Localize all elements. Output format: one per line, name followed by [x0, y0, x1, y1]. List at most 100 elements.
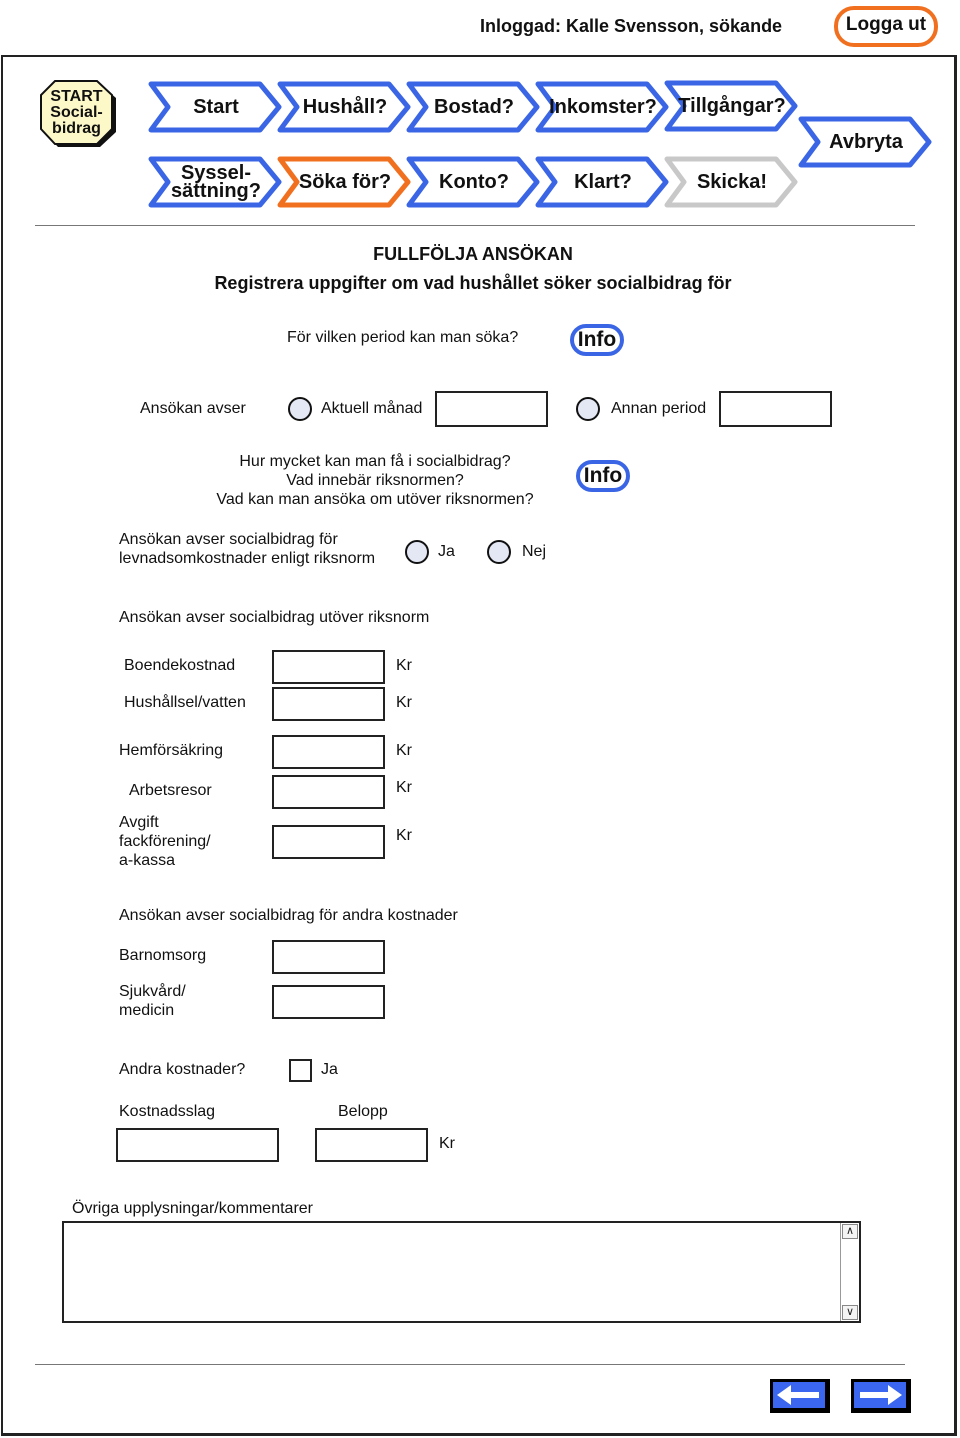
nav-step-label: Start [193, 96, 239, 118]
healthcare-label: Sjukvård/ medicin [119, 982, 186, 1020]
cancel-label: Avbryta [829, 131, 903, 153]
start-badge-line3: bidrag [52, 120, 101, 137]
start-socialbidrag-badge[interactable]: START Social- bidrag [40, 80, 117, 148]
nav-step-label: Syssel- sättning? [162, 156, 270, 208]
nav-step-label-line2: sättning? [171, 180, 261, 202]
nav-step-label: Söka för? [298, 171, 392, 193]
nav-step-label: Konto? [439, 171, 509, 193]
cost-label-hushallsel: Hushållsel/vatten [124, 694, 246, 711]
avgift-line1: Avgift [119, 814, 159, 831]
norm-question-label: Ansökan avser socialbidrag för levnadsom… [119, 530, 375, 568]
comments-box: ∧ ∨ [62, 1221, 861, 1323]
cost-label-avgift: Avgift fackförening/ a-kassa [119, 813, 211, 870]
boendekostnad-field[interactable] [272, 650, 385, 684]
period-info-button[interactable]: Info [570, 324, 624, 356]
other-costs-heading: Ansökan avser socialbidrag för andra kos… [119, 907, 458, 924]
amount-field[interactable] [315, 1128, 428, 1162]
nav-step-start[interactable]: Start [148, 81, 284, 133]
radio-current-month[interactable] [288, 397, 312, 421]
other-period-field[interactable] [719, 391, 832, 427]
scroll-down-icon[interactable]: ∨ [842, 1305, 858, 1320]
avgift-line3: a-kassa [119, 852, 176, 869]
norm-info-line2: Vad innebär riksnormen? [286, 472, 464, 489]
next-button-face [854, 1382, 906, 1408]
norm-info-button[interactable]: Info [576, 460, 630, 492]
nav-step-label: Skicka! [696, 171, 768, 193]
radio-other-period[interactable] [576, 397, 600, 421]
currency-label: Kr [396, 827, 412, 844]
arrow-right-icon [860, 1385, 902, 1405]
login-status: Inloggad: Kalle Svensson, sökande [480, 16, 783, 36]
nav-step-klart[interactable]: Klart? [535, 156, 671, 208]
cancel-button[interactable]: Avbryta [798, 116, 934, 168]
arrow-left-icon [777, 1385, 819, 1405]
scroll-up-icon[interactable]: ∧ [842, 1224, 858, 1239]
nav-step-tillgangar[interactable]: Tillgångar? [664, 80, 800, 132]
norm-info-text: Hur mycket kan man få i socialbidrag? Va… [200, 452, 550, 509]
hushallsel-field[interactable] [272, 687, 385, 721]
next-button[interactable] [851, 1379, 911, 1413]
norm-info-line1: Hur mycket kan man få i socialbidrag? [239, 453, 511, 470]
currency-label: Kr [439, 1135, 455, 1152]
cost-type-label: Kostnadsslag [119, 1103, 216, 1120]
current-month-field[interactable] [435, 391, 548, 427]
logout-button[interactable]: Logga ut [834, 6, 938, 47]
page-subtitle: Registrera uppgifter om vad hushållet sö… [214, 273, 732, 293]
arbetsresor-field[interactable] [272, 775, 385, 809]
amount-label: Belopp [338, 1103, 388, 1120]
cost-type-field[interactable] [116, 1128, 279, 1162]
cost-label-boendekostnad: Boendekostnad [124, 657, 236, 674]
currency-label: Kr [396, 657, 412, 674]
norm-question-line1: Ansökan avser socialbidrag för [119, 531, 338, 548]
currency-label: Kr [396, 742, 412, 759]
nav-step-hushall[interactable]: Hushåll? [277, 81, 413, 133]
period-label: Ansökan avser [140, 400, 246, 417]
norm-question-line2: levnadsomkostnader enligt riksnorm [119, 550, 376, 567]
nav-step-label: Bostad? [434, 96, 514, 118]
radio-norm-yes[interactable] [405, 540, 429, 564]
more-costs-yes-label: Ja [321, 1061, 338, 1078]
nav-step-label: Hushåll? [302, 96, 388, 118]
comments-textarea[interactable] [64, 1223, 840, 1321]
cost-label-hemforsakring: Hemförsäkring [119, 742, 224, 759]
back-button[interactable] [770, 1379, 830, 1413]
nav-step-skicka: Skicka! [664, 156, 800, 208]
cost-label-arbetsresor: Arbetsresor [129, 782, 212, 799]
page-title: FULLFÖLJA ANSÖKAN [373, 244, 573, 264]
currency-label: Kr [396, 694, 412, 711]
footer-divider [35, 1364, 905, 1365]
current-month-label: Aktuell månad [321, 400, 423, 417]
healthcare-field[interactable] [272, 985, 385, 1019]
other-period-label: Annan period [611, 400, 707, 417]
healthcare-line2: medicin [119, 1002, 175, 1019]
period-question: För vilken period kan man söka? [287, 329, 519, 346]
norm-no-label: Nej [522, 543, 547, 560]
comments-scrollbar[interactable]: ∧ ∨ [840, 1223, 859, 1321]
beyond-norm-heading: Ansökan avser socialbidrag utöver riksno… [119, 609, 430, 626]
hemforsakring-field[interactable] [272, 735, 385, 769]
avgift-field[interactable] [272, 825, 385, 859]
back-button-face [773, 1382, 825, 1408]
nav-step-sysselsattning[interactable]: Syssel- sättning? [148, 156, 284, 208]
nav-step-inkomster[interactable]: Inkomster? [535, 81, 671, 133]
childcare-label: Barnomsorg [119, 947, 207, 964]
start-badge-line1: START [50, 88, 103, 105]
avgift-line2: fackförening/ [119, 833, 211, 850]
currency-label: Kr [396, 779, 412, 796]
nav-step-label: Klart? [574, 171, 632, 193]
nav-step-bostad[interactable]: Bostad? [406, 81, 542, 133]
nav-step-konto[interactable]: Konto? [406, 156, 542, 208]
norm-info-line3: Vad kan man ansöka om utöver riksnormen? [216, 491, 534, 508]
healthcare-line1: Sjukvård/ [119, 983, 186, 1000]
start-badge-line2: Social- [50, 104, 103, 121]
nav-step-soka-for[interactable]: Söka för? [277, 156, 413, 208]
nav-step-label: Inkomster? [549, 96, 657, 118]
radio-norm-no[interactable] [487, 540, 511, 564]
norm-yes-label: Ja [438, 543, 455, 560]
more-costs-checkbox[interactable] [289, 1059, 312, 1082]
divider [35, 225, 915, 226]
nav-step-label: Tillgångar? [678, 95, 786, 117]
more-costs-question: Andra kostnader? [119, 1061, 246, 1078]
comments-label: Övriga upplysningar/kommentarer [72, 1200, 313, 1217]
childcare-field[interactable] [272, 940, 385, 974]
